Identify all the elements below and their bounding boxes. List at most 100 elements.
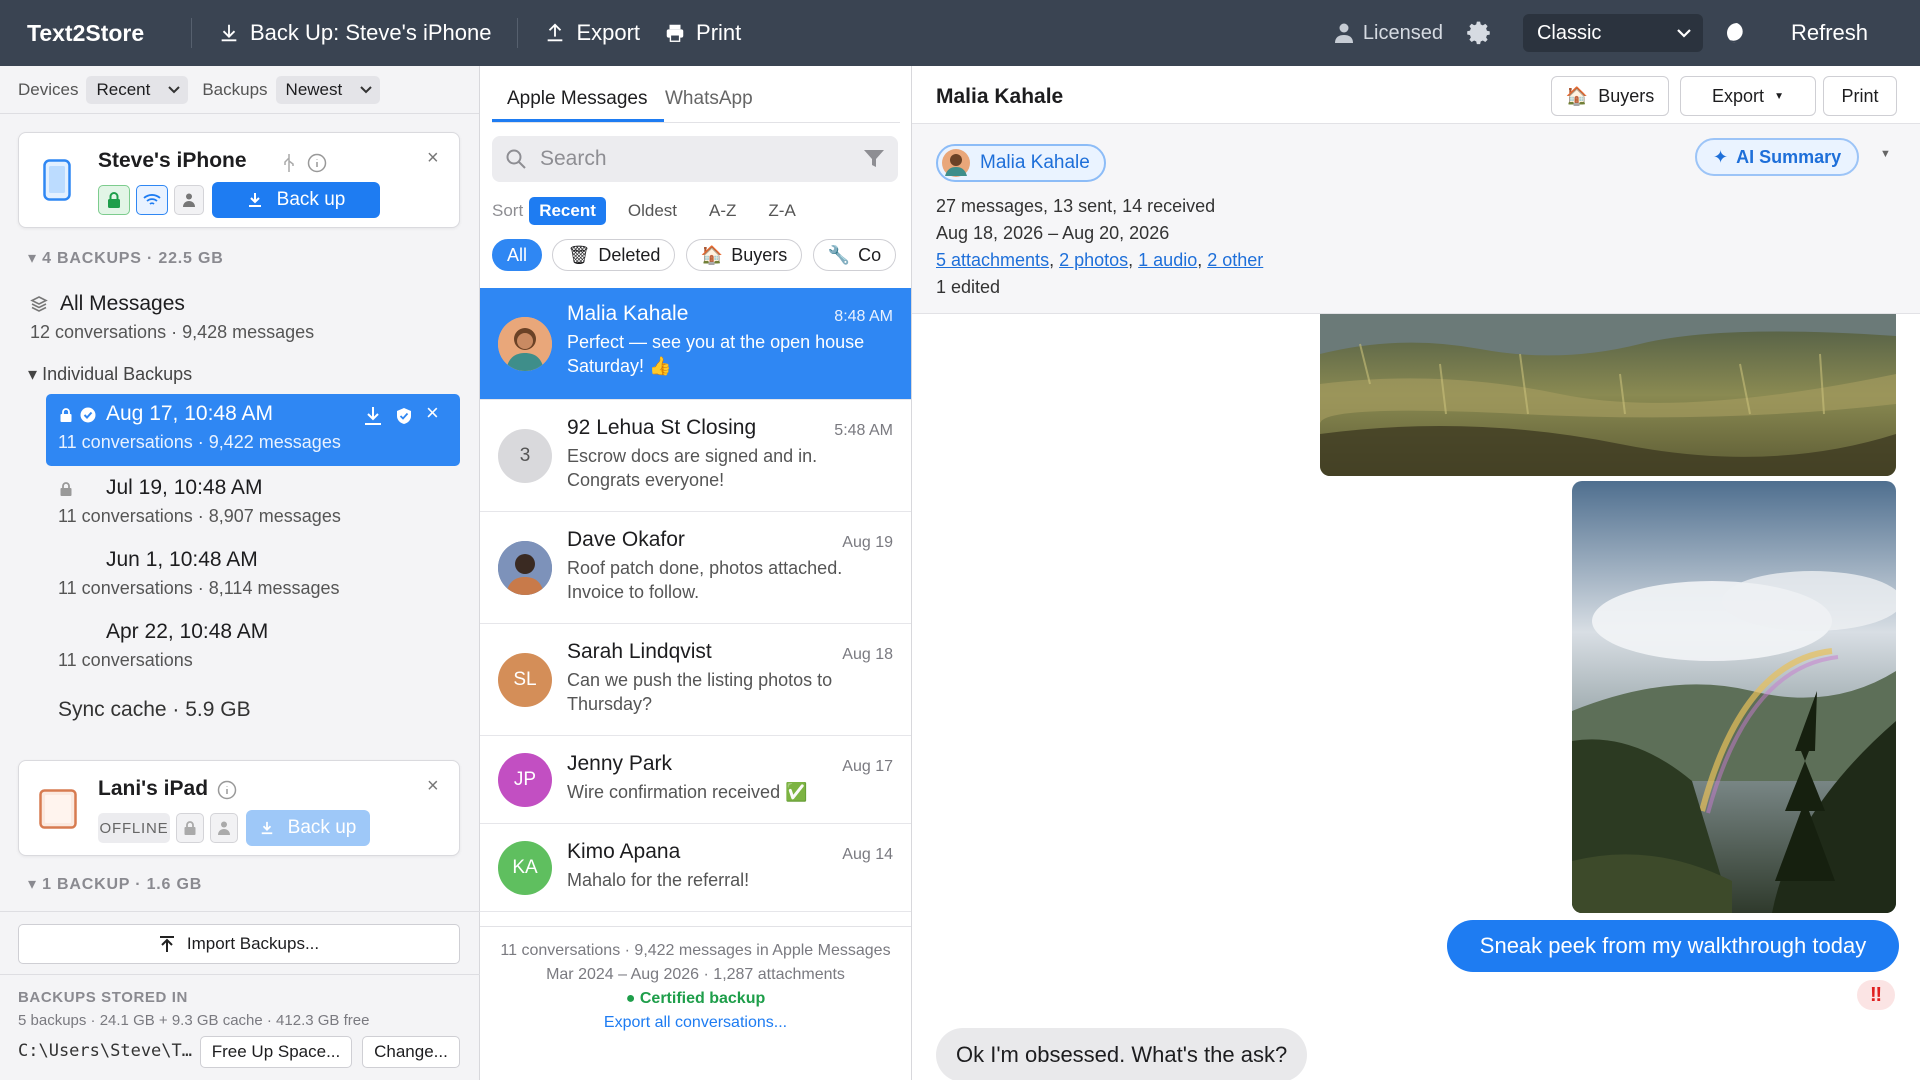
chevron-down-icon: ▾	[28, 876, 37, 893]
conversation-row[interactable]: SL Sarah Lindqvist Aug 18 Can we push th…	[480, 624, 911, 736]
footer-summary: 11 conversations · 9,422 messages in App…	[500, 942, 891, 959]
sent-message-bubble[interactable]: Sneak peek from my walkthrough today	[1447, 920, 1899, 972]
info-icon[interactable]	[307, 153, 327, 173]
device-card-steves-iphone[interactable]: Steve's iPhone × Back up	[18, 132, 460, 228]
person-icon	[183, 193, 195, 207]
wifi-chip	[136, 185, 168, 215]
conversation-name: Jenny Park	[567, 752, 673, 775]
sort-oldest[interactable]: Oldest	[618, 197, 687, 225]
audio-link[interactable]: 1 audio	[1138, 250, 1197, 270]
stack-icon	[30, 296, 48, 312]
export-button[interactable]: Export	[532, 0, 652, 66]
print-button[interactable]: Print	[652, 0, 753, 66]
import-backups-button[interactable]: Import Backups...	[18, 924, 460, 964]
free-up-space-button[interactable]: Free Up Space...	[200, 1036, 352, 1068]
backup-title[interactable]: Jun 1, 10:48 AM	[106, 548, 258, 572]
backups-summary: 1 BACKUP · 1.6 GB	[42, 876, 203, 893]
all-messages-title[interactable]: All Messages	[60, 292, 185, 316]
buyers-label: Buyers	[1598, 85, 1655, 106]
close-icon[interactable]: ×	[427, 775, 439, 798]
conversation-row[interactable]: Dave Okafor Aug 19 Roof patch done, phot…	[480, 512, 911, 624]
filter-deleted[interactable]: 🗑 Deleted	[552, 239, 676, 271]
certified-label: Certified backup	[639, 990, 766, 1007]
printer-icon	[666, 24, 684, 42]
change-location-button[interactable]: Change...	[362, 1036, 460, 1068]
verified-icon	[80, 407, 96, 423]
filter-buyers[interactable]: 🏠 Buyers	[685, 239, 803, 271]
moon-icon[interactable]	[1723, 21, 1747, 45]
filter-pills: All 🗑 Deleted 🏠 Buyers 🔧 Co	[492, 239, 900, 273]
conversation-row[interactable]: JP Jenny Park Aug 17 Wire confirmation r…	[480, 736, 911, 824]
conversation-row-selected[interactable]: Malia Kahale 8:48 AM Perfect — see you a…	[480, 288, 911, 400]
backup-device-label: Back Up: Steve's iPhone	[250, 20, 492, 45]
filter-all[interactable]: All	[492, 239, 543, 271]
exclamation-reaction-icon: ‼	[1857, 980, 1895, 1010]
gear-icon[interactable]	[1467, 20, 1493, 46]
received-message-bubble[interactable]: Ok I'm obsessed. What's the ask?	[936, 1028, 1308, 1080]
print-conversation-button[interactable]: Print	[1823, 76, 1897, 116]
conversation-list-pane: Apple Messages WhatsApp Search Sort Rece…	[480, 66, 912, 1080]
close-icon[interactable]: ×	[427, 147, 439, 170]
export-conversation-button[interactable]: Export ▼	[1680, 76, 1816, 116]
photo-attachment[interactable]	[1572, 481, 1896, 913]
conversation-row[interactable]: KA Kimo Apana Aug 14 Mahalo for the refe…	[480, 824, 911, 912]
shield-check-icon[interactable]	[396, 407, 412, 425]
device-card-lanis-ipad[interactable]: Lani's iPad × OFFLINE Back up	[18, 760, 460, 856]
other-link[interactable]: 2 other	[1207, 250, 1263, 270]
download-icon[interactable]	[364, 406, 382, 426]
photo-attachment[interactable]	[1320, 314, 1896, 476]
conversation-preview: Mahalo for the referral!	[567, 870, 750, 890]
buyers-tag-button[interactable]: 🏠 Buyers	[1551, 76, 1669, 116]
devices-sort-select[interactable]: Recent	[86, 75, 189, 104]
conversation-name: Kimo Apana	[567, 840, 681, 863]
tab-apple-messages[interactable]: Apple Messages	[507, 88, 647, 110]
license-status: Licensed	[1334, 22, 1443, 45]
toolbar-divider	[517, 18, 519, 48]
backup-title[interactable]: Apr 22, 10:48 AM	[106, 620, 268, 644]
sort-a-z[interactable]: A-Z	[699, 197, 746, 225]
person-icon	[1334, 23, 1353, 43]
conversation-preview: Can we push the listing photos to Thursd…	[567, 670, 833, 714]
conversation-preview: Roof patch done, photos attached. Invoic…	[567, 558, 843, 602]
storage-path: C:\Users\Steve\T…	[18, 1041, 192, 1061]
sort-recent[interactable]: Recent	[529, 197, 606, 225]
tab-whatsapp[interactable]: WhatsApp	[665, 88, 753, 110]
check-circle-icon: ●	[625, 990, 636, 1007]
backups-section-header[interactable]: ▾ 1 BACKUP · 1.6 GB	[28, 874, 202, 894]
backup-row-selected[interactable]: Aug 17, 10:48 AM 11 conversations · 9,42…	[46, 394, 460, 466]
conversation-name: 92 Lehua St Closing	[567, 416, 757, 439]
conversation-row[interactable]: 3 92 Lehua St Closing 5:48 AM Escrow doc…	[480, 400, 911, 512]
back-up-button[interactable]: Back up	[212, 182, 380, 218]
person-photo-icon	[498, 541, 552, 595]
filter-contractors[interactable]: 🔧 Co	[812, 239, 897, 271]
refresh-button[interactable]: Refresh	[1791, 20, 1868, 46]
sort-z-a[interactable]: Z-A	[758, 197, 805, 225]
backup-sub: 11 conversations	[58, 650, 193, 670]
photos-link[interactable]: 2 photos	[1059, 250, 1128, 270]
lock-icon	[108, 192, 120, 208]
download-icon	[248, 193, 261, 207]
list-footer: 11 conversations · 9,422 messages in App…	[480, 926, 911, 1035]
info-icon[interactable]	[217, 780, 237, 800]
individual-backups-label: Individual Backups	[42, 364, 193, 384]
caret-down-icon[interactable]: ▼	[1880, 148, 1891, 160]
theme-value: Classic	[1536, 21, 1602, 44]
backups-section-header[interactable]: ▾ 4 BACKUPS · 22.5 GB	[28, 248, 224, 268]
backup-device-button[interactable]: Back Up: Steve's iPhone	[206, 0, 503, 66]
backups-sort-select[interactable]: Newest	[275, 75, 381, 104]
individual-backups-header[interactable]: ▾ Individual Backups	[28, 364, 192, 385]
conversation-preview: Escrow docs are signed and in. Congrats …	[567, 446, 818, 490]
back-up-label: Back up	[276, 189, 346, 210]
filter-icon[interactable]	[864, 150, 884, 168]
attachments-link[interactable]: 5 attachments	[936, 250, 1049, 270]
conversation-detail-pane: Malia Kahale 🏠 Buyers Export ▼ Print Malia…	[912, 66, 1920, 1080]
contact-chip[interactable]: Malia Kahale	[936, 144, 1106, 182]
search-field[interactable]: Search	[492, 136, 898, 182]
backup-title[interactable]: Jul 19, 10:48 AM	[106, 476, 262, 500]
back-up-button-disabled[interactable]: Back up	[246, 810, 370, 846]
filter-label: Buyers	[731, 244, 788, 265]
close-icon[interactable]: ×	[426, 400, 439, 426]
theme-select[interactable]: Classic	[1522, 14, 1703, 52]
export-all-link[interactable]: Export all conversations...	[480, 1011, 911, 1035]
ai-summary-button[interactable]: ✦ AI Summary	[1695, 138, 1860, 176]
